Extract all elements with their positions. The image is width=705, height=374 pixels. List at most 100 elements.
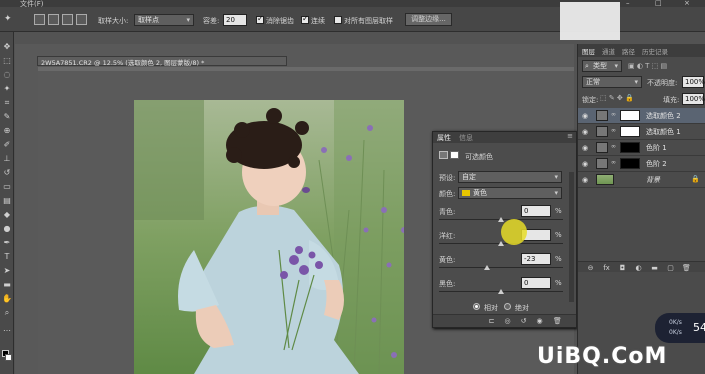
new-layer-icon[interactable]: ▢ [666, 264, 675, 272]
eye-icon[interactable]: ◉ [582, 144, 588, 152]
sample-size-select[interactable]: 取样点 [134, 14, 194, 26]
maximize-icon[interactable]: □ [655, 0, 662, 7]
new-adjustment-icon[interactable]: ◐ [634, 264, 643, 272]
adjustment-icon [596, 142, 608, 153]
slider-unit: % [555, 279, 562, 287]
marquee-tool-icon[interactable]: ⬚ [2, 56, 12, 66]
lock-icons[interactable]: ⬚ ✎ ✥ 🔒 [600, 94, 634, 102]
colors-label: 颜色: [439, 190, 456, 198]
slider-value-input[interactable]: -23 [521, 253, 551, 265]
slider-thumb[interactable] [498, 241, 504, 246]
layer-mask-icon[interactable] [450, 151, 459, 159]
layer-row[interactable]: ◉ ∞ 选取颜色 1 [578, 124, 705, 140]
eye-icon[interactable]: ◉ [582, 128, 588, 136]
mask-link-icon[interactable]: ∞ [611, 143, 616, 150]
tab-properties[interactable]: 属性 [437, 133, 451, 143]
slider-thumb[interactable] [483, 265, 490, 270]
add-selection-icon[interactable] [48, 14, 59, 25]
healing-brush-icon[interactable]: ⊕ [2, 126, 12, 136]
mask-link-icon[interactable]: ∞ [611, 159, 616, 166]
layer-row[interactable]: ◉ ∞ 选取颜色 2 [578, 108, 705, 124]
layer-row[interactable]: ◉ ∞ 色阶 1 [578, 140, 705, 156]
shape-tool-icon[interactable]: ▬ [2, 280, 12, 290]
clone-stamp-icon[interactable]: ⊥ [2, 154, 12, 164]
subtract-selection-icon[interactable] [62, 14, 73, 25]
magic-wand-icon[interactable]: ✦ [2, 84, 12, 94]
zoom-tool-icon[interactable]: ⌕ [2, 308, 12, 318]
history-brush-icon[interactable]: ↺ [2, 168, 12, 178]
add-mask-icon[interactable]: ◘ [618, 264, 627, 272]
preset-select[interactable]: 自定 [458, 171, 562, 183]
move-tool-icon[interactable]: ✥ [2, 42, 12, 52]
new-selection-icon[interactable] [34, 14, 45, 25]
eye-icon[interactable]: ◉ [582, 112, 588, 120]
intersect-selection-icon[interactable] [76, 14, 87, 25]
contiguous-checkbox[interactable] [301, 14, 309, 24]
layer-row[interactable]: ◉ 背景 🔒 [578, 172, 705, 188]
slider-value-input[interactable]: 0 [521, 277, 551, 289]
slider-thumb[interactable] [498, 289, 504, 294]
new-group-icon[interactable]: ▬ [650, 264, 659, 272]
mask-link-icon[interactable]: ∞ [611, 127, 616, 134]
fx-icon[interactable]: fx [602, 264, 611, 272]
clip-to-layer-icon[interactable]: ⊏ [487, 317, 496, 325]
document-tab[interactable]: 2W5A7851.CR2 @ 12.5% (选取颜色 2, 图层蒙版/8) * [37, 56, 287, 67]
view-previous-icon[interactable]: ◎ [503, 317, 512, 325]
layer-mask-thumbnail[interactable] [620, 126, 640, 137]
colors-select[interactable]: 黄色 [458, 187, 562, 199]
blur-tool-icon[interactable]: ◆ [2, 210, 12, 220]
type-tool-icon[interactable]: T [2, 252, 12, 262]
eraser-tool-icon[interactable]: ▭ [2, 182, 12, 192]
layer-row[interactable]: ◉ ∞ 色阶 2 [578, 156, 705, 172]
more-tools-icon[interactable]: … [2, 324, 12, 334]
refine-edge-button[interactable]: 调整边缘... [405, 13, 452, 26]
link-layers-icon[interactable]: ⊖ [586, 264, 595, 272]
layer-mask-thumbnail[interactable] [620, 158, 640, 169]
slider-thumb[interactable] [498, 217, 504, 222]
layer-filter-select[interactable]: ⌕ 类型 [582, 60, 622, 72]
minimize-icon[interactable]: – [626, 0, 630, 7]
magic-wand-tool-icon[interactable]: ✦ [4, 14, 12, 24]
hand-tool-icon[interactable]: ✋ [2, 294, 12, 304]
gradient-tool-icon[interactable]: ▤ [2, 196, 12, 206]
tab-layers[interactable]: 图层 [582, 46, 595, 56]
eye-icon[interactable]: ◉ [582, 160, 588, 168]
visibility-icon[interactable]: ◉ [535, 317, 544, 325]
close-icon[interactable]: × [684, 0, 690, 7]
fill-input[interactable]: 100% [682, 93, 705, 105]
panel-menu-icon[interactable]: ≡ [567, 132, 573, 140]
lasso-tool-icon[interactable]: ◌ [2, 70, 12, 80]
slider-value-input[interactable]: 0 [521, 205, 551, 217]
tolerance-input[interactable]: 20 [223, 14, 247, 26]
properties-scrollbar[interactable] [569, 172, 574, 302]
relative-radio[interactable] [473, 303, 480, 310]
background-color-swatch[interactable] [5, 354, 12, 361]
sample-all-layers-checkbox[interactable] [334, 16, 342, 24]
layer-mask-thumbnail[interactable] [620, 142, 640, 153]
crop-tool-icon[interactable]: ⌗ [2, 98, 12, 108]
path-selection-icon[interactable]: ➤ [2, 266, 12, 276]
reset-icon[interactable]: ↺ [519, 317, 528, 325]
brush-tool-icon[interactable]: ✐ [2, 140, 12, 150]
delete-icon[interactable]: 🗑 [553, 317, 562, 325]
layer-mask-thumbnail[interactable] [620, 110, 640, 121]
slider-unit: % [555, 207, 562, 215]
tolerance-label: 容差: [203, 17, 220, 25]
mask-link-icon[interactable]: ∞ [611, 111, 616, 118]
blend-mode-select[interactable]: 正常 [582, 76, 642, 88]
eye-icon[interactable]: ◉ [582, 176, 588, 184]
absolute-radio[interactable] [504, 303, 511, 310]
slider-track[interactable] [439, 267, 563, 268]
pen-tool-icon[interactable]: ✒ [2, 238, 12, 248]
tab-channels[interactable]: 通道 [602, 46, 615, 56]
delete-layer-icon[interactable]: 🗑 [682, 264, 691, 272]
filter-icons[interactable]: ▣ ◐ T ⬚ ▤ [628, 62, 667, 70]
tab-info[interactable]: 信息 [459, 133, 473, 143]
opacity-input[interactable]: 100% [682, 76, 705, 88]
tab-history[interactable]: 历史记录 [642, 46, 668, 56]
eyedropper-tool-icon[interactable]: ✎ [2, 112, 12, 122]
tab-paths[interactable]: 路径 [622, 46, 635, 56]
document-photo[interactable] [134, 100, 404, 374]
antialias-checkbox[interactable] [256, 14, 264, 24]
dodge-tool-icon[interactable]: ● [2, 224, 12, 234]
